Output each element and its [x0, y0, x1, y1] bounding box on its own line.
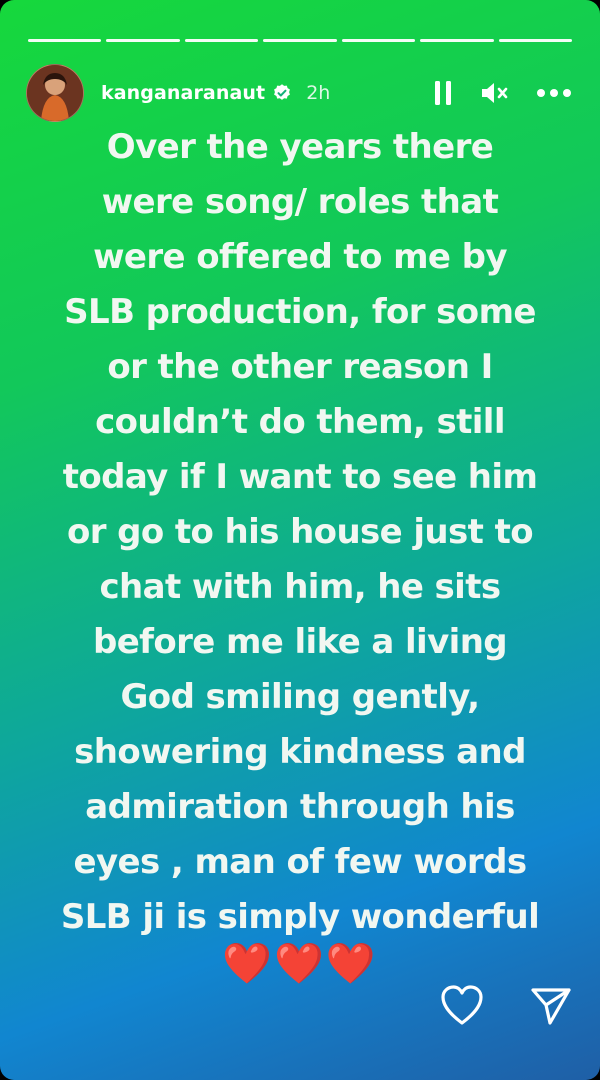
- story-timestamp: 2h: [306, 82, 331, 104]
- heart-emojis: ❤️❤️❤️: [222, 941, 378, 987]
- story-text: Over the years there were song/ roles th…: [60, 127, 540, 937]
- send-icon[interactable]: [530, 985, 572, 1027]
- speaker-muted-icon[interactable]: [480, 80, 510, 106]
- progress-segment: [263, 39, 337, 42]
- story-header: kanganaranaut 2h: [26, 64, 572, 122]
- story-controls: [432, 80, 572, 106]
- progress-segment: [420, 39, 494, 42]
- story-progress-bar: [28, 39, 572, 43]
- progress-segment: [498, 39, 572, 42]
- pause-icon[interactable]: [432, 80, 454, 106]
- story-viewer: kanganaranaut 2h Over the years there we…: [0, 0, 600, 1080]
- username[interactable]: kanganaranaut: [101, 82, 265, 104]
- progress-segment: [28, 39, 102, 42]
- heart-outline-icon[interactable]: [440, 985, 484, 1027]
- progress-segment: [106, 39, 180, 42]
- progress-segment: [184, 39, 259, 42]
- verified-badge-icon: [272, 83, 292, 103]
- more-options-icon[interactable]: [536, 88, 572, 98]
- progress-segment: [341, 39, 416, 42]
- story-actions: [440, 985, 572, 1027]
- avatar[interactable]: [26, 64, 84, 122]
